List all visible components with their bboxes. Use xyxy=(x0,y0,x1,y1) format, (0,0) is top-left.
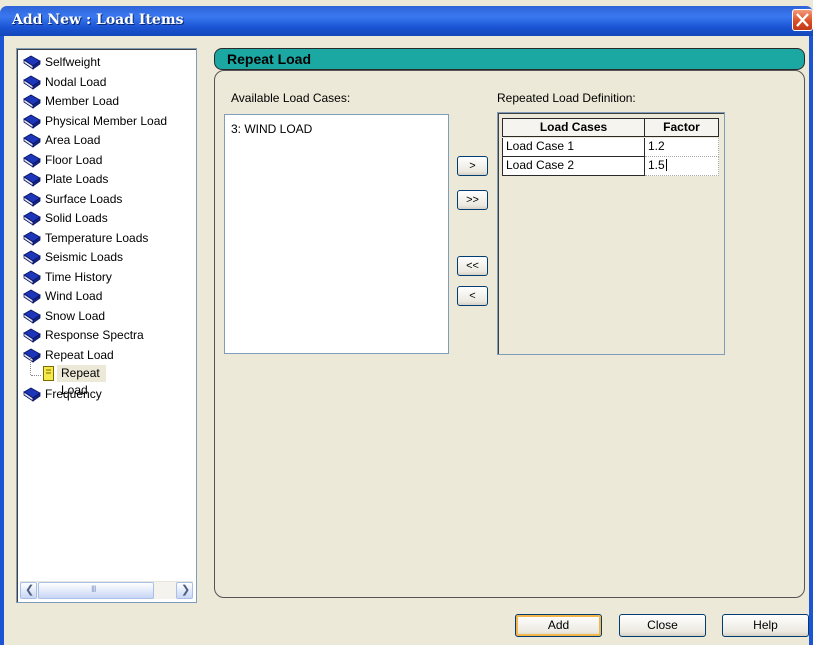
load-book-icon xyxy=(23,230,41,249)
load-book-icon xyxy=(23,308,41,327)
load-type-tree[interactable]: Selfweight Nodal Load Member Load Physical … xyxy=(16,48,197,603)
load-book-icon xyxy=(23,210,41,229)
add-one-button[interactable]: > xyxy=(457,156,488,176)
table-cell-factor[interactable]: 1.5 xyxy=(645,157,719,176)
remove-all-button[interactable]: << xyxy=(457,256,488,276)
tree-item-label: Nodal Load xyxy=(45,74,107,89)
close-window-button[interactable] xyxy=(792,9,813,31)
load-book-icon xyxy=(23,54,41,73)
window-border-left xyxy=(0,36,4,645)
column-header-factor[interactable]: Factor xyxy=(644,118,719,137)
close-button[interactable]: Close xyxy=(619,614,706,637)
load-book-icon xyxy=(23,93,41,112)
tree-item-label: Solid Loads xyxy=(45,211,108,225)
repeat-load-grid[interactable]: Load Cases Factor Load Case 1 1.2 Load C… xyxy=(497,112,725,355)
tree-item-label: Repeat Load xyxy=(45,347,114,362)
scroll-right-icon: ❯ xyxy=(181,584,191,596)
scroll-left-icon: ❮ xyxy=(25,584,35,596)
load-book-icon xyxy=(23,288,41,307)
help-button[interactable]: Help xyxy=(722,614,809,637)
column-header-load-cases[interactable]: Load Cases xyxy=(502,118,645,137)
tree-item-label: Area Load xyxy=(45,133,101,147)
add-all-button[interactable]: >> xyxy=(457,190,488,210)
load-book-icon xyxy=(23,171,41,190)
load-book-icon xyxy=(23,347,41,366)
load-book-icon xyxy=(23,191,41,210)
tree-item-label: Physical Member Load xyxy=(45,113,168,128)
load-book-icon xyxy=(23,327,41,346)
text-cursor xyxy=(665,159,667,171)
tree-item-label: Floor Load xyxy=(45,152,103,167)
tree-item-label: Member Load xyxy=(45,94,120,108)
tree-item-label: Repeat Load xyxy=(57,365,106,397)
tree-item-label: Temperature Loads xyxy=(45,230,149,245)
list-item[interactable]: 3: WIND LOAD xyxy=(231,122,312,136)
title-bar[interactable]: Add New : Load Items xyxy=(0,6,813,36)
tree-item-label: Seismic Loads xyxy=(45,250,124,264)
tree-item-label: Snow Load xyxy=(45,308,106,323)
remove-one-button[interactable]: < xyxy=(457,286,488,306)
repeated-load-definition-label: Repeated Load Definition: xyxy=(497,91,636,105)
load-book-icon xyxy=(23,249,41,268)
tree-item-label: Frequency xyxy=(45,386,102,401)
load-book-icon xyxy=(23,152,41,171)
tree-item-label: Selfweight xyxy=(45,55,101,69)
scroll-thumb-grip: III xyxy=(91,584,96,594)
tree-connector xyxy=(31,375,41,376)
table-cell-load-case[interactable]: Load Case 1 xyxy=(502,138,645,157)
tree-item-label: Wind Load xyxy=(45,289,103,303)
scroll-right-button[interactable]: ❯ xyxy=(176,582,193,599)
load-book-icon xyxy=(23,74,41,93)
table-cell-factor[interactable]: 1.2 xyxy=(645,138,719,157)
tree-item-label: Plate Loads xyxy=(45,172,109,186)
horizontal-scrollbar[interactable]: ❮ III ❯ xyxy=(20,581,193,599)
tree-connector xyxy=(30,357,31,375)
scroll-thumb[interactable]: III xyxy=(38,582,154,599)
available-load-cases-list[interactable]: 3: WIND LOAD xyxy=(224,114,449,354)
dialog-window: Add New : Load Items Selfweight Nodal Loa… xyxy=(0,0,813,645)
available-load-cases-label: Available Load Cases: xyxy=(231,91,351,105)
section-header: Repeat Load xyxy=(214,48,805,70)
load-book-icon xyxy=(23,132,41,151)
load-book-icon xyxy=(23,269,41,288)
tree-item-label: Time History xyxy=(45,269,112,284)
section-title: Repeat Load xyxy=(227,51,312,67)
tree-item-label: Response Spectra xyxy=(45,328,144,342)
load-book-icon xyxy=(23,386,41,405)
load-item-icon xyxy=(43,366,54,384)
table-cell-load-case[interactable]: Load Case 2 xyxy=(502,157,645,176)
window-title: Add New : Load Items xyxy=(12,12,184,28)
add-button[interactable]: Add xyxy=(515,614,602,637)
load-book-icon xyxy=(23,113,41,132)
factor-value: 1.5 xyxy=(648,158,665,172)
close-icon xyxy=(796,13,809,27)
window-border-right xyxy=(809,36,813,645)
scroll-left-button[interactable]: ❮ xyxy=(20,582,37,599)
tree-item-label: Surface Loads xyxy=(45,191,123,206)
